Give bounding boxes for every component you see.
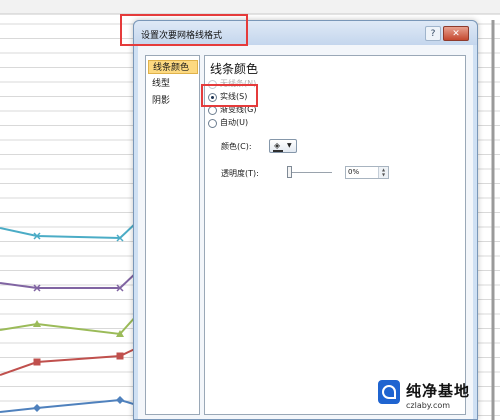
transparency-slider-thumb[interactable] xyxy=(287,166,292,178)
line-color-panel: 线条颜色 无线条(N) 实线(S) 渐变线(G) 自动(U) 颜色(C): ◈ xyxy=(204,55,466,415)
watermark-logo xyxy=(378,380,400,404)
paint-bucket-icon: ◈ xyxy=(274,141,281,150)
series-marker xyxy=(116,396,124,404)
color-swatch xyxy=(273,150,283,152)
color-label: 颜色(C): xyxy=(221,142,252,151)
gradient-line-radio[interactable] xyxy=(208,106,217,115)
dialog-body: 线条颜色 线型 阴影 线条颜色 无线条(N) 实线(S) 渐变线(G) 自动(U… xyxy=(138,45,473,419)
watermark-brand: 纯净基地 xyxy=(406,382,471,400)
series-line xyxy=(0,271,138,289)
close-button[interactable]: ✕ xyxy=(443,26,469,41)
chart-top-band xyxy=(0,0,500,14)
transparency-input[interactable]: 0% ▲ ▼ xyxy=(345,166,389,179)
title-highlight-box xyxy=(120,14,248,46)
series-marker xyxy=(33,358,41,366)
nav-item-line-style[interactable]: 线型 xyxy=(148,77,198,91)
spin-buttons[interactable]: ▲ ▼ xyxy=(378,167,388,178)
solid-line-highlight-box xyxy=(201,84,258,107)
transparency-value: 0% xyxy=(348,168,360,176)
series-line xyxy=(0,347,138,376)
nav-item-shadow[interactable]: 阴影 xyxy=(148,94,198,108)
format-gridlines-dialog: 设置次要网格线格式 ? ✕ 线条颜色 线型 阴影 线条颜色 无线条(N) 实线(… xyxy=(133,20,478,420)
automatic-radio[interactable] xyxy=(208,119,217,128)
automatic-label: 自动(U) xyxy=(220,118,249,127)
series-marker xyxy=(116,352,124,360)
series-line xyxy=(0,221,138,240)
series-line xyxy=(0,314,138,336)
series-line xyxy=(0,398,138,413)
watermark-url: czlaby.com xyxy=(406,401,451,410)
nav-item-line-color[interactable]: 线条颜色 xyxy=(148,60,198,74)
category-list: 线条颜色 线型 阴影 xyxy=(145,55,200,415)
series-marker xyxy=(33,404,41,412)
transparency-slider-track[interactable] xyxy=(289,172,332,173)
chart-series xyxy=(0,221,138,413)
section-title: 线条颜色 xyxy=(210,62,259,76)
transparency-label: 透明度(T): xyxy=(221,169,259,178)
chevron-down-icon: ▼ xyxy=(287,142,292,149)
color-picker-button[interactable]: ◈ ▼ xyxy=(269,139,297,153)
help-button[interactable]: ? xyxy=(425,26,441,41)
